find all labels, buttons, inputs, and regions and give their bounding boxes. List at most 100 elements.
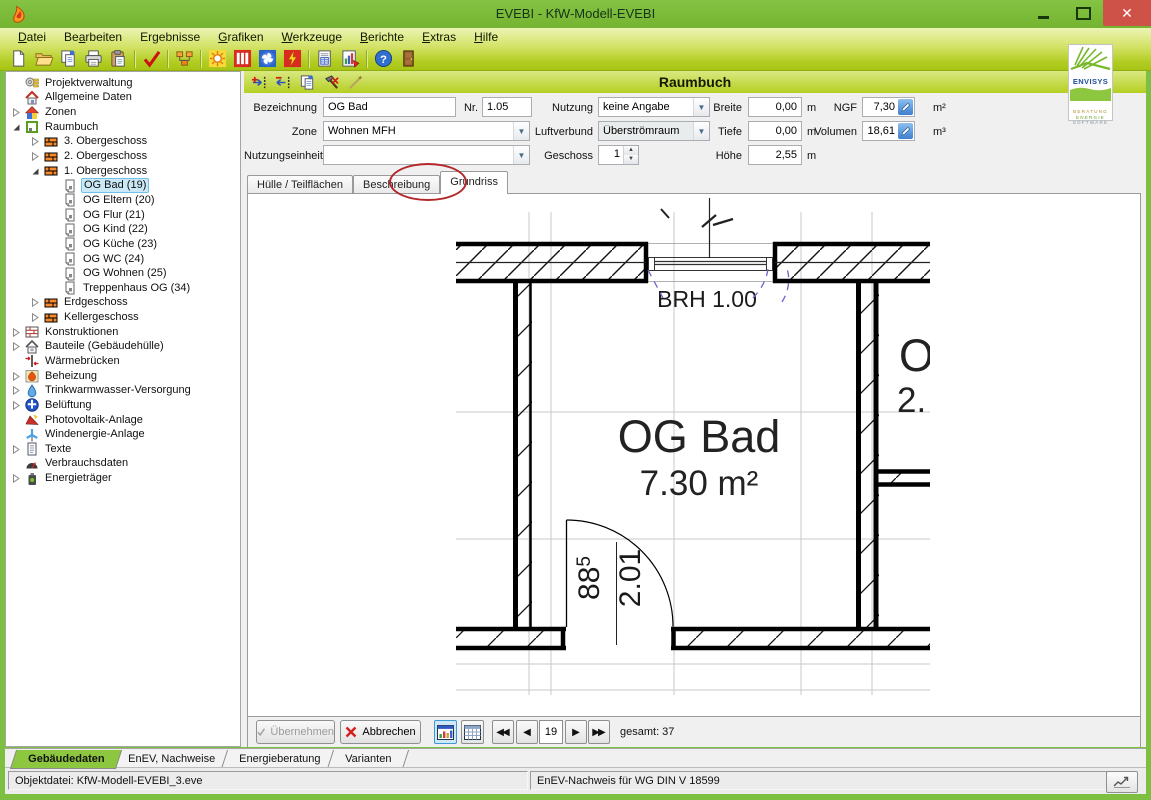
tree-item-3-obergeschoss[interactable]: 3. Obergeschoss [6, 135, 240, 150]
nr-label: Nr. [444, 97, 478, 119]
electricity-button[interactable] [280, 48, 305, 70]
tree-item-zonen[interactable]: Zonen [6, 105, 240, 120]
workspace-tab-gebäudedaten[interactable]: Gebäudedaten [10, 750, 123, 769]
tree-item-energieträger[interactable]: Energieträger [6, 471, 240, 486]
expand-icon[interactable] [12, 386, 21, 395]
form-view-toggle[interactable] [434, 720, 457, 744]
tree-item-allgemeine-daten[interactable]: Allgemeine Daten [6, 91, 240, 106]
tree-item-og-wohnen-25[interactable]: OG Wohnen (25) [6, 266, 240, 281]
tree-item-label: Projektverwaltung [43, 77, 134, 90]
tree-item-photovoltaik-anlage[interactable]: Photovoltaik-Anlage [6, 413, 240, 428]
ngf-field[interactable]: 7,30 [862, 97, 915, 117]
table-view-toggle[interactable] [461, 720, 484, 744]
menu-ergebnisse[interactable]: Ergebnisse [132, 28, 208, 46]
report-button[interactable] [313, 48, 338, 70]
collapse-icon[interactable] [12, 123, 21, 132]
expand-icon[interactable] [12, 445, 21, 454]
tree-item-og-kind-22[interactable]: OG Kind (22) [6, 222, 240, 237]
validate-check-button[interactable] [139, 48, 164, 70]
add-record-button[interactable] [248, 72, 270, 92]
expand-icon[interactable] [12, 474, 21, 483]
tab-hülle-teilflächen[interactable]: Hülle / Teilflächen [247, 175, 353, 194]
minimize-button[interactable] [1023, 0, 1063, 26]
expand-icon[interactable] [12, 372, 21, 381]
tree-item-verbrauchsdaten[interactable]: Verbrauchsdaten [6, 457, 240, 472]
tree-item-trinkwarmwasser-versorgung[interactable]: Trinkwarmwasser-Versorgung [6, 383, 240, 398]
menu-extras[interactable]: Extras [414, 28, 464, 46]
expand-icon[interactable] [31, 298, 40, 307]
delete-tool-button[interactable] [320, 72, 342, 92]
close-button[interactable]: ✕ [1103, 0, 1151, 26]
solar-button[interactable] [205, 48, 230, 70]
maximize-button[interactable] [1063, 0, 1103, 26]
cancel-button[interactable]: Abbrechen [340, 720, 421, 744]
tree-item-projektverwaltung[interactable]: Projektverwaltung [6, 76, 240, 91]
bezeichnung-field[interactable] [323, 97, 456, 117]
spin-up-icon[interactable]: ▲ [624, 146, 638, 155]
tree-item-belüftung[interactable]: Belüftung [6, 398, 240, 413]
ventilation-system-button[interactable] [255, 48, 280, 70]
tree-item-wärmebrücken[interactable]: Wärmebrücken [6, 354, 240, 369]
tab-grundriss[interactable]: Grundriss [440, 171, 508, 194]
expand-icon[interactable] [31, 313, 40, 322]
print-button[interactable] [81, 48, 106, 70]
open-project-button[interactable] [31, 48, 56, 70]
tree-item-kellergeschoss[interactable]: Kellergeschoss [6, 310, 240, 325]
edit-pencil-icon[interactable] [898, 123, 913, 139]
menu-berichte[interactable]: Berichte [352, 28, 412, 46]
exit-door-button[interactable] [396, 48, 421, 70]
heating-system-button[interactable] [230, 48, 255, 70]
tree-item-erdgeschoss[interactable]: Erdgeschoss [6, 296, 240, 311]
tree-item-1-obergeschoss[interactable]: 1. Obergeschoss [6, 164, 240, 179]
breite-field[interactable] [748, 97, 802, 117]
help-button[interactable]: ? [371, 48, 396, 70]
spin-down-icon[interactable]: ▼ [624, 155, 638, 164]
copy-record-button[interactable] [296, 72, 318, 92]
tree-item-texte[interactable]: Texte [6, 442, 240, 457]
delete-record-button[interactable] [272, 72, 294, 92]
first-record-button[interactable]: ◀◀ [492, 720, 514, 744]
menu-bearbeiten[interactable]: Bearbeiten [56, 28, 130, 46]
menu-datei[interactable]: Datei [10, 28, 54, 46]
expand-icon[interactable] [12, 328, 21, 337]
new-document-button[interactable] [6, 48, 31, 70]
tree-item-og-wc-24[interactable]: OG WC (24) [6, 252, 240, 267]
tree-item-konstruktionen[interactable]: Konstruktionen [6, 325, 240, 340]
tab-beschreibung[interactable]: Beschreibung [353, 175, 440, 194]
expand-icon[interactable] [12, 342, 21, 351]
volumen-field[interactable]: 18,61 [862, 121, 915, 141]
status-chart-button[interactable] [1106, 771, 1138, 793]
edit-pencil-icon[interactable] [898, 99, 913, 115]
copy-button[interactable] [56, 48, 81, 70]
expand-icon[interactable] [31, 137, 40, 146]
expand-icon[interactable] [31, 152, 40, 161]
tree-item-bauteile-gebäudehülle[interactable]: Bauteile (Gebäudehülle) [6, 340, 240, 355]
apply-button[interactable]: Übernehmen [256, 720, 335, 744]
tree-item-og-küche-23[interactable]: OG Küche (23) [6, 237, 240, 252]
tree-item-beheizung[interactable]: Beheizung [6, 369, 240, 384]
wizard-button[interactable] [344, 72, 366, 92]
tree-item-windenergie-anlage[interactable]: Windenergie-Anlage [6, 427, 240, 442]
next-record-button[interactable]: ▶ [565, 720, 587, 744]
tree-item-og-flur-21[interactable]: OG Flur (21) [6, 208, 240, 223]
tree-item-og-bad-19[interactable]: OG Bad (19) [6, 178, 240, 193]
previous-record-button[interactable]: ◀ [516, 720, 538, 744]
hoehe-field[interactable] [748, 145, 802, 165]
tree-item-raumbuch[interactable]: Raumbuch [6, 120, 240, 135]
expand-icon[interactable] [12, 401, 21, 410]
collapse-icon[interactable] [31, 167, 40, 176]
exit-door-icon [399, 49, 418, 68]
tree-item-2-obergeschoss[interactable]: 2. Obergeschoss [6, 149, 240, 164]
tree-item-og-eltern-20[interactable]: OG Eltern (20) [6, 193, 240, 208]
expand-icon[interactable] [12, 108, 21, 117]
menu-grafiken[interactable]: Grafiken [210, 28, 271, 46]
menu-werkzeuge[interactable]: Werkzeuge [274, 28, 350, 46]
geschoss-stepper[interactable]: 1 ▲▼ [598, 145, 639, 165]
calculation-flow-button[interactable] [172, 48, 197, 70]
tree-item-treppenhaus-og-34[interactable]: Treppenhaus OG (34) [6, 281, 240, 296]
paste-button[interactable] [106, 48, 131, 70]
record-number-field[interactable] [539, 720, 563, 744]
chart-export-button[interactable] [338, 48, 363, 70]
last-record-button[interactable]: ▶▶ [588, 720, 610, 744]
menu-hilfe[interactable]: Hilfe [466, 28, 506, 46]
